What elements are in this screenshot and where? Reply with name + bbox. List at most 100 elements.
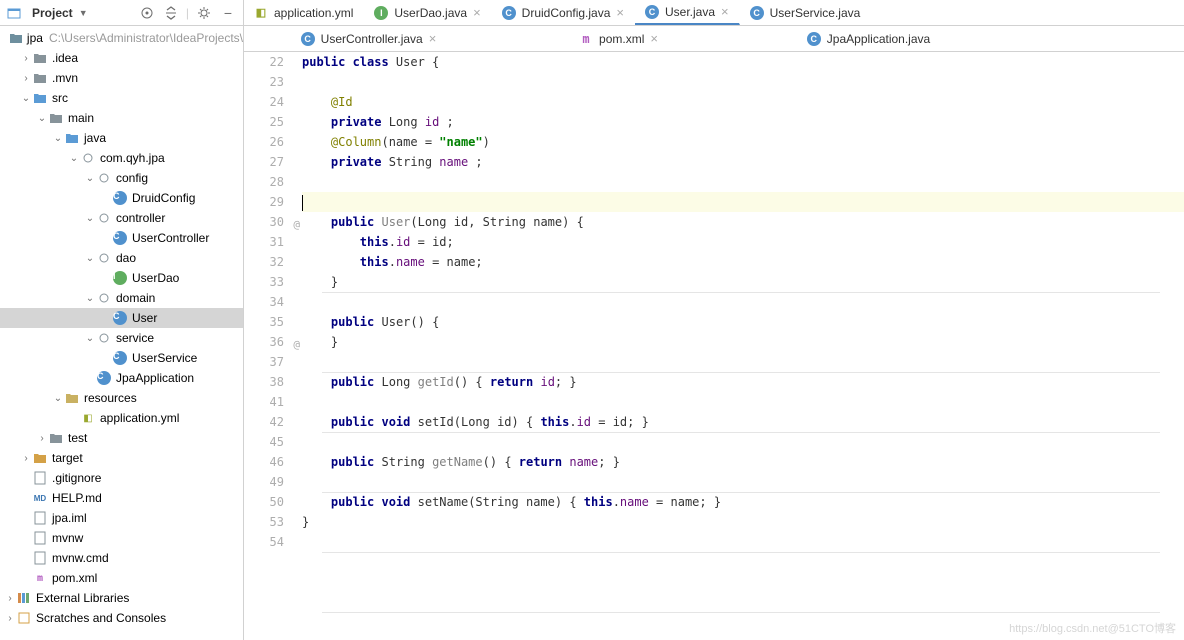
line-number: 23 xyxy=(244,72,284,92)
tree-item-dao[interactable]: ⌄dao xyxy=(0,248,243,268)
tree-item-mvnw-cmd[interactable]: mvnw.cmd xyxy=(0,548,243,568)
code-line[interactable]: this.id = id; xyxy=(302,232,1184,252)
tree-item--mvn[interactable]: › .mvn xyxy=(0,68,243,88)
caret-icon[interactable]: › xyxy=(4,593,16,604)
tree-item-druidconfig[interactable]: CDruidConfig xyxy=(0,188,243,208)
code-line[interactable] xyxy=(302,292,1184,312)
tree-item-userservice[interactable]: CUserService xyxy=(0,348,243,368)
caret-icon[interactable]: › xyxy=(4,613,16,624)
tree-label: target xyxy=(52,451,83,465)
code-line[interactable]: @Column(name = "name") xyxy=(302,132,1184,152)
code-line[interactable] xyxy=(302,192,1184,212)
tree-item-user[interactable]: CUser xyxy=(0,308,243,328)
code-line[interactable]: } xyxy=(302,272,1184,292)
tab-application-yml[interactable]: ◧application.yml xyxy=(244,0,364,25)
tab-druidconfig-java[interactable]: CDruidConfig.java× xyxy=(492,0,635,25)
caret-icon[interactable]: ⌄ xyxy=(84,253,96,264)
code-line[interactable] xyxy=(302,472,1184,492)
tree-item-service[interactable]: ⌄service xyxy=(0,328,243,348)
tab-userservice-java[interactable]: CUserService.java xyxy=(740,0,872,25)
tree-item-controller[interactable]: ⌄controller xyxy=(0,208,243,228)
code-line[interactable] xyxy=(302,352,1184,372)
tree-item-config[interactable]: ⌄config xyxy=(0,168,243,188)
tree-item-external-libraries[interactable]: ›External Libraries xyxy=(0,588,243,608)
tree-item-test[interactable]: ›test xyxy=(0,428,243,448)
caret-icon[interactable]: ⌄ xyxy=(52,133,64,144)
close-icon[interactable]: × xyxy=(721,4,729,19)
tree-item-src[interactable]: ⌄src xyxy=(0,88,243,108)
close-icon[interactable]: × xyxy=(473,5,481,20)
tree-item--gitignore[interactable]: .gitignore xyxy=(0,468,243,488)
tree-item--idea[interactable]: ›.idea xyxy=(0,48,243,68)
code-body[interactable]: public class User { @Id private Long id … xyxy=(302,52,1184,640)
target-icon[interactable] xyxy=(138,4,156,22)
code-line[interactable]: } xyxy=(302,332,1184,352)
project-title[interactable]: Project xyxy=(32,6,73,20)
code-line[interactable]: this.name = name; xyxy=(302,252,1184,272)
gear-icon[interactable] xyxy=(195,4,213,22)
caret-icon[interactable]: › xyxy=(20,453,32,464)
tab-pom-xml[interactable]: mpom.xml× xyxy=(494,26,744,51)
code-line[interactable]: public User(Long id, String name) { xyxy=(302,212,1184,232)
tree-item-mvnw[interactable]: mvnw xyxy=(0,528,243,548)
collapse-icon[interactable] xyxy=(162,4,180,22)
code-line[interactable] xyxy=(302,72,1184,92)
tree-item-userdao[interactable]: IUserDao xyxy=(0,268,243,288)
line-number: 42 xyxy=(244,412,284,432)
gutter-mark-icon[interactable]: @ xyxy=(293,335,300,355)
close-icon[interactable]: × xyxy=(616,5,624,20)
tree-item-usercontroller[interactable]: CUserController xyxy=(0,228,243,248)
code-line[interactable]: private Long id ; xyxy=(302,112,1184,132)
tree-item-main[interactable]: ⌄main xyxy=(0,108,243,128)
code-editor[interactable]: 2223242526272829@3031323334@353637384142… xyxy=(244,52,1184,640)
code-line[interactable] xyxy=(302,532,1184,552)
code-line[interactable]: private String name ; xyxy=(302,152,1184,172)
code-line[interactable] xyxy=(302,392,1184,412)
caret-icon[interactable]: ⌄ xyxy=(84,173,96,184)
gutter-mark-icon[interactable]: @ xyxy=(293,215,300,235)
code-line[interactable]: public String getName() { return name; } xyxy=(302,452,1184,472)
tree-item-jpa[interactable]: jpaC:\Users\Administrator\IdeaProjects\ xyxy=(0,28,243,48)
tree-label: .mvn xyxy=(52,71,78,85)
tree-item-target[interactable]: › target xyxy=(0,448,243,468)
code-line[interactable] xyxy=(302,172,1184,192)
tree-item-jpaapplication[interactable]: CJpaApplication xyxy=(0,368,243,388)
code-line[interactable]: public void setId(Long id) { this.id = i… xyxy=(302,412,1184,432)
tab-label: UserDao.java xyxy=(394,6,467,20)
caret-icon[interactable]: › xyxy=(20,53,32,64)
tab-user-java[interactable]: CUser.java× xyxy=(635,0,740,25)
caret-icon[interactable]: ⌄ xyxy=(84,333,96,344)
tab-usercontroller-java[interactable]: CUserController.java× xyxy=(244,26,494,51)
tree-item-application-yml[interactable]: ◧application.yml xyxy=(0,408,243,428)
tab-jpaapplication-java[interactable]: CJpaApplication.java xyxy=(744,26,994,51)
caret-icon[interactable]: ⌄ xyxy=(36,113,48,124)
caret-icon[interactable]: › xyxy=(20,73,32,84)
tree-item-scratches-and-consoles[interactable]: ›Scratches and Consoles xyxy=(0,608,243,628)
code-line[interactable]: public class User { xyxy=(302,52,1184,72)
code-line[interactable]: } xyxy=(302,512,1184,532)
close-icon[interactable]: × xyxy=(650,31,658,46)
tree-item-com-qyh-jpa[interactable]: ⌄com.qyh.jpa xyxy=(0,148,243,168)
tree-item-java[interactable]: ⌄java xyxy=(0,128,243,148)
caret-icon[interactable]: ⌄ xyxy=(84,293,96,304)
caret-icon[interactable]: ⌄ xyxy=(84,213,96,224)
tab-userdao-java[interactable]: IUserDao.java× xyxy=(364,0,491,25)
tree-item-domain[interactable]: ⌄domain xyxy=(0,288,243,308)
code-line[interactable]: public Long getId() { return id; } xyxy=(302,372,1184,392)
code-line[interactable]: public void setName(String name) { this.… xyxy=(302,492,1184,512)
caret-icon[interactable]: › xyxy=(36,433,48,444)
caret-icon[interactable]: ⌄ xyxy=(52,393,64,404)
hide-icon[interactable]: − xyxy=(219,4,237,22)
code-line[interactable] xyxy=(302,432,1184,452)
close-icon[interactable]: × xyxy=(429,31,437,46)
code-line[interactable]: @Id xyxy=(302,92,1184,112)
tree-item-pom-xml[interactable]: mpom.xml xyxy=(0,568,243,588)
dropdown-icon[interactable]: ▼ xyxy=(79,8,88,18)
project-tree[interactable]: jpaC:\Users\Administrator\IdeaProjects\›… xyxy=(0,26,243,640)
tree-item-resources[interactable]: ⌄resources xyxy=(0,388,243,408)
tree-item-help-md[interactable]: MDHELP.md xyxy=(0,488,243,508)
tree-item-jpa-iml[interactable]: jpa.iml xyxy=(0,508,243,528)
code-line[interactable]: public User() { xyxy=(302,312,1184,332)
caret-icon[interactable]: ⌄ xyxy=(68,153,80,164)
caret-icon[interactable]: ⌄ xyxy=(20,93,32,104)
